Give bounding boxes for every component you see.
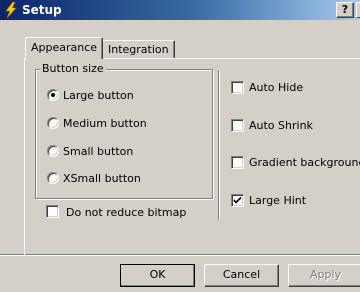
tab-panel-appearance xyxy=(24,58,360,255)
setup-dialog: Setup ? Appearance Integration Button si… xyxy=(0,0,360,292)
lightning-bolt-icon xyxy=(3,1,19,19)
cancel-button[interactable]: Cancel xyxy=(204,264,279,287)
button-size-legend: Button size xyxy=(40,62,106,75)
help-button[interactable]: ? xyxy=(336,2,354,18)
ok-button[interactable]: OK xyxy=(120,264,195,287)
tab-integration[interactable]: Integration xyxy=(102,40,175,59)
apply-button[interactable]: Apply xyxy=(288,264,360,287)
tab-appearance[interactable]: Appearance xyxy=(25,37,104,59)
window-title: Setup xyxy=(22,3,62,17)
close-button[interactable] xyxy=(356,2,360,18)
title-bar[interactable]: Setup ? xyxy=(0,0,360,20)
